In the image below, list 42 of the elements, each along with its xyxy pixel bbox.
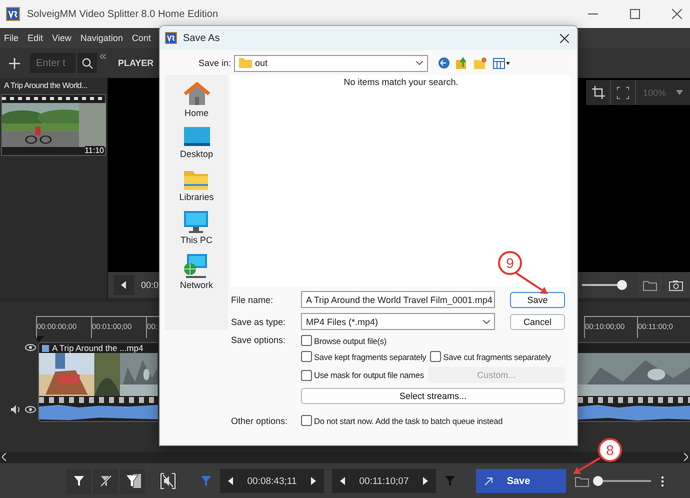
- search-field[interactable]: Enter t: [30, 53, 76, 73]
- field-label: Other options:: [231, 416, 289, 426]
- menu-item[interactable]: File: [4, 33, 19, 43]
- place-label[interactable]: This PC: [180, 235, 212, 245]
- menu-item[interactable]: Cont: [132, 33, 151, 43]
- menu-item[interactable]: Navigation: [80, 33, 123, 43]
- select-streams-button[interactable]: Select streams...: [301, 388, 565, 404]
- checkbox-label: Use mask for output file names: [314, 370, 424, 380]
- save-button[interactable]: Save: [510, 292, 565, 308]
- field-label: Save in:: [197, 58, 231, 68]
- checkbox-label: Save cut fragments separately: [443, 352, 551, 362]
- place-label[interactable]: Network: [180, 280, 213, 290]
- start-time: 00:08:43;11: [247, 476, 297, 486]
- field-label: Save options:: [231, 335, 287, 345]
- file-name-field[interactable]: A Trip Around the World Travel Film_0001.mp4: [301, 291, 495, 308]
- field-label: File name:: [231, 294, 274, 304]
- save-button[interactable]: Save: [476, 469, 566, 493]
- cancel-button[interactable]: Cancel: [510, 314, 565, 330]
- end-time: 00:11:10;07: [359, 476, 409, 486]
- place-label[interactable]: Libraries: [179, 192, 214, 202]
- file-type-dropdown[interactable]: MP4 Files (*.mp4): [301, 313, 495, 330]
- folder-dropdown[interactable]: out: [234, 54, 428, 72]
- place-label[interactable]: Home: [184, 108, 208, 118]
- window-title: SolveigMM Video Splitter 8.0 Home Edition: [27, 8, 218, 20]
- checkbox-label: Do not start now. Add the task to batch queue instead: [314, 416, 503, 426]
- zoom-value: 100%: [642, 88, 666, 98]
- duration-label: 11:10: [84, 146, 104, 155]
- place-label[interactable]: Desktop: [180, 149, 214, 159]
- dialog-title: Save As: [183, 32, 220, 44]
- video-thumbnail[interactable]: 11:10: [1, 94, 106, 156]
- end-time-field[interactable]: 00:11:10;07: [332, 469, 436, 493]
- field-label: Save as type:: [231, 316, 287, 326]
- checkbox-label: Save kept fragments separately: [314, 352, 426, 362]
- position-time: 00:0: [141, 280, 159, 290]
- menu-item[interactable]: Edit: [28, 33, 44, 43]
- media-title: A Trip Around the World...: [3, 80, 88, 92]
- start-time-field[interactable]: 00:08:43;11: [220, 469, 324, 493]
- menu-item[interactable]: View: [52, 33, 72, 43]
- empty-message: No items match your search.: [344, 77, 458, 87]
- checkbox-label: Browse output file(s): [314, 336, 386, 346]
- player-tab[interactable]: PLAYER: [116, 48, 156, 78]
- clip-label: A Trip Around the ...mp4: [52, 343, 144, 353]
